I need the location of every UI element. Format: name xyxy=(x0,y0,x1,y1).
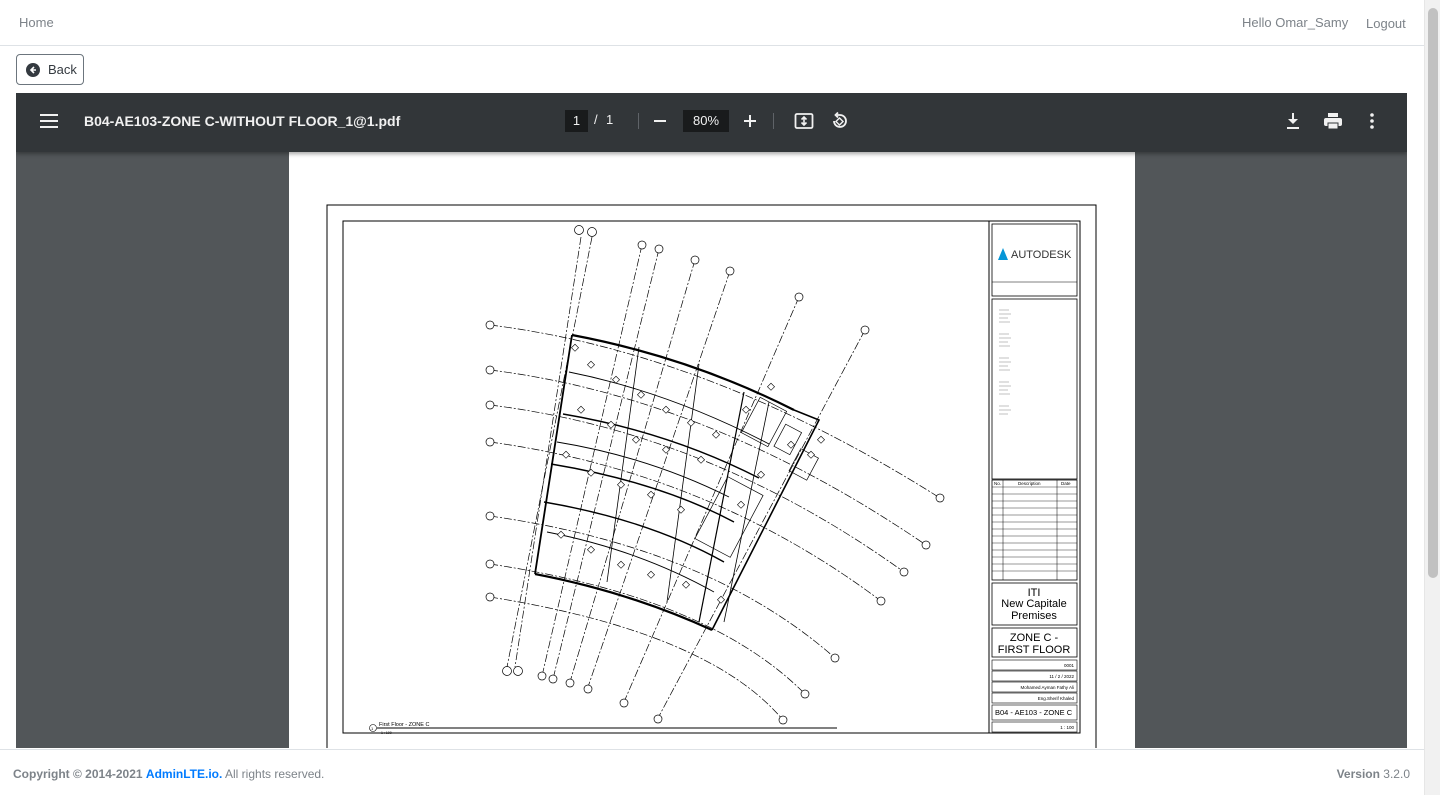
sheet-title-line1: ZONE C - xyxy=(1010,632,1059,644)
project-number: 0001 xyxy=(1064,663,1075,668)
project-name-line3: Premises xyxy=(1011,610,1057,622)
drawing-date: 11 / 2 / 2022 xyxy=(1049,674,1074,679)
pdf-toolbar: B04-AE103-ZONE C-WITHOUT FLOOR_1@1.pdf 1… xyxy=(16,93,1407,152)
autodesk-logo-text: AUTODESK xyxy=(1011,249,1072,261)
fit-page-icon[interactable] xyxy=(794,111,814,136)
page-separator: / xyxy=(594,112,598,127)
total-pages: 1 xyxy=(606,112,614,127)
back-button-label: Back xyxy=(48,62,77,77)
view-scale: 1 : 100 xyxy=(381,731,392,735)
footer-copyright: Copyright © 2014-2021 AdminLTE.io. All r… xyxy=(13,767,324,781)
view-title: First Floor - ZONE C xyxy=(379,722,429,728)
minus-icon[interactable] xyxy=(653,111,667,136)
more-vertical-icon[interactable] xyxy=(1366,111,1378,136)
rev-header-date: Date xyxy=(1061,481,1071,486)
page-number-input[interactable]: 1 xyxy=(565,110,588,132)
version-label: Version xyxy=(1336,767,1380,781)
page-footer: Copyright © 2014-2021 AdminLTE.io. All r… xyxy=(0,749,1424,795)
copyright-text: Copyright © 2014-2021 xyxy=(13,767,143,781)
adminlte-link[interactable]: AdminLTE.io. xyxy=(146,767,222,781)
rotate-icon[interactable] xyxy=(830,111,850,136)
rev-header-description: Description xyxy=(1018,481,1041,486)
sheet-number: B04 - AE103 - ZONE C xyxy=(995,708,1073,717)
view-number: 1 xyxy=(371,726,374,731)
pdf-file-title: B04-AE103-ZONE C-WITHOUT FLOOR_1@1.pdf xyxy=(84,113,401,129)
sheet-title-line2: FIRST FLOOR xyxy=(998,644,1071,656)
rev-header-no: No. xyxy=(994,481,1001,486)
version-value: 3.2.0 xyxy=(1383,767,1410,781)
scrollbar-thumb[interactable] xyxy=(1428,8,1438,578)
footer-version: Version 3.2.0 xyxy=(1337,767,1410,781)
top-navbar: Home Hello Omar_Samy Logout xyxy=(0,0,1424,46)
zoom-level-input[interactable]: 80% xyxy=(683,110,729,132)
plus-icon[interactable] xyxy=(743,111,757,136)
architectural-drawing: AUTODESK No. Description Date ITI New Ca… xyxy=(326,204,1097,748)
print-icon[interactable] xyxy=(1323,111,1343,136)
toolbar-divider xyxy=(773,113,774,129)
menu-icon[interactable] xyxy=(40,113,58,134)
drawn-by: Mohamed Ayman Fathy Ali xyxy=(1021,685,1074,690)
back-button[interactable]: Back xyxy=(16,54,84,85)
page-scrollbar[interactable] xyxy=(1424,0,1440,795)
rights-text: All rights reserved. xyxy=(225,767,325,781)
download-icon[interactable] xyxy=(1284,111,1302,136)
pdf-page: AUTODESK No. Description Date ITI New Ca… xyxy=(289,152,1135,748)
drawing-scale: 1 : 100 xyxy=(1060,725,1074,730)
project-name-line2: New Capitale xyxy=(1001,598,1066,610)
nav-home-link[interactable]: Home xyxy=(19,15,54,30)
toolbar-divider xyxy=(638,113,639,129)
arrow-left-circle-icon xyxy=(26,62,40,77)
logout-link[interactable]: Logout xyxy=(1366,16,1406,31)
checked-by: Eng.Sherif Khaled xyxy=(1038,696,1075,701)
user-greeting: Hello Omar_Samy xyxy=(1242,15,1349,30)
pdf-viewer: B04-AE103-ZONE C-WITHOUT FLOOR_1@1.pdf 1… xyxy=(16,93,1407,748)
